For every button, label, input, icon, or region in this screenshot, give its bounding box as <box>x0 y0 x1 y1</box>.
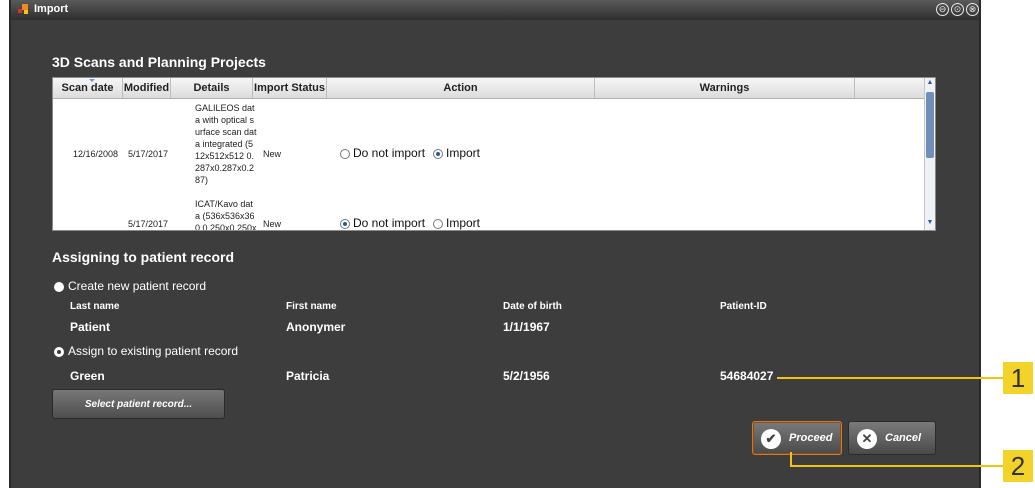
do-not-import-label: Do not import <box>353 146 426 160</box>
existing-last-name: Green <box>70 369 105 383</box>
close-icon[interactable]: ⊗ <box>966 3 979 16</box>
callout-badge-2: 2 <box>1003 450 1033 482</box>
scroll-up-icon[interactable]: ▲ <box>925 78 935 88</box>
col-modified[interactable]: Modified <box>123 78 171 98</box>
table-scrollbar[interactable]: ▲ ▼ <box>924 78 935 230</box>
row-scan-date: 12/16/2008 <box>73 149 119 159</box>
new-last-name: Patient <box>70 320 111 334</box>
assign-existing-label: Assign to existing patient record <box>68 344 239 358</box>
scans-section-title: 3D Scans and Planning Projects <box>52 54 266 70</box>
proceed-label: Proceed <box>789 432 833 444</box>
last-name-header: Last name <box>70 301 120 312</box>
cancel-x-icon: ✕ <box>857 429 877 449</box>
cancel-label: Cancel <box>885 432 922 444</box>
import-radio[interactable] <box>433 149 443 159</box>
window-border-left <box>9 0 11 488</box>
callout-badge-1: 1 <box>1003 362 1033 394</box>
row-details: GALILEOS data with optical surface scan … <box>195 103 257 185</box>
import-window: Import ⊖ ⊙ ⊗ 3D Scans and Planning Proje… <box>10 0 980 488</box>
import-radio[interactable] <box>433 219 443 229</box>
col-warnings[interactable]: Warnings <box>595 78 855 98</box>
minimize-icon[interactable]: ⊖ <box>936 3 949 16</box>
cancel-button[interactable]: ✕ Cancel <box>848 421 936 455</box>
scroll-down-icon[interactable]: ▼ <box>925 218 935 228</box>
col-extra <box>855 78 925 98</box>
maximize-icon[interactable]: ⊙ <box>951 3 964 16</box>
existing-first-name: Patricia <box>286 369 330 383</box>
first-name-header: First name <box>286 301 337 312</box>
do-not-import-label: Do not import <box>353 216 426 230</box>
callout-line-2a <box>790 452 792 466</box>
import-label: Import <box>446 216 481 230</box>
import-label: Import <box>446 146 481 160</box>
dob-header: Date of birth <box>503 301 562 312</box>
col-import-status[interactable]: Import Status <box>253 78 327 98</box>
existing-dob: 5/2/1956 <box>503 369 550 383</box>
proceed-button[interactable]: ✔ Proceed <box>752 421 842 455</box>
create-new-record-label: Create new patient record <box>68 279 207 293</box>
row-modified: 5/17/2017 <box>128 149 169 159</box>
checkmark-icon: ✔ <box>761 429 781 449</box>
select-patient-record-button[interactable]: Select patient record... <box>52 389 225 419</box>
window-border-right <box>979 0 981 488</box>
table-header: Scan date Modified Details Import Status… <box>53 78 925 99</box>
callout-line-1 <box>777 377 1005 379</box>
assign-section-title: Assigning to patient record <box>52 249 235 265</box>
row-details: ICAT/Kavo data (536x536x360 0.250x0.250x… <box>195 199 257 231</box>
new-dob: 1/1/1967 <box>503 320 550 334</box>
app-logo-icon <box>18 4 30 16</box>
window-title: Import <box>34 3 69 15</box>
scans-table: Scan date Modified Details Import Status… <box>52 77 936 231</box>
scrollbar-thumb[interactable] <box>926 92 934 158</box>
assign-existing-radio[interactable] <box>54 347 64 357</box>
title-bar[interactable]: Import ⊖ ⊙ ⊗ <box>10 0 980 20</box>
col-details[interactable]: Details <box>171 78 253 98</box>
col-action[interactable]: Action <box>327 78 595 98</box>
create-new-record-radio[interactable] <box>54 282 64 292</box>
do-not-import-radio[interactable] <box>340 149 350 159</box>
row-modified: 5/17/2017 <box>128 219 169 229</box>
col-scan-date[interactable]: Scan date <box>53 78 123 98</box>
new-first-name: Anonymer <box>286 320 346 334</box>
do-not-import-radio[interactable] <box>340 219 350 229</box>
row-status: New <box>263 219 282 229</box>
callout-line-2b <box>790 465 1005 467</box>
row-status: New <box>263 149 282 159</box>
existing-patient-id: 54684027 <box>720 369 774 383</box>
patient-id-header: Patient-ID <box>720 301 767 312</box>
